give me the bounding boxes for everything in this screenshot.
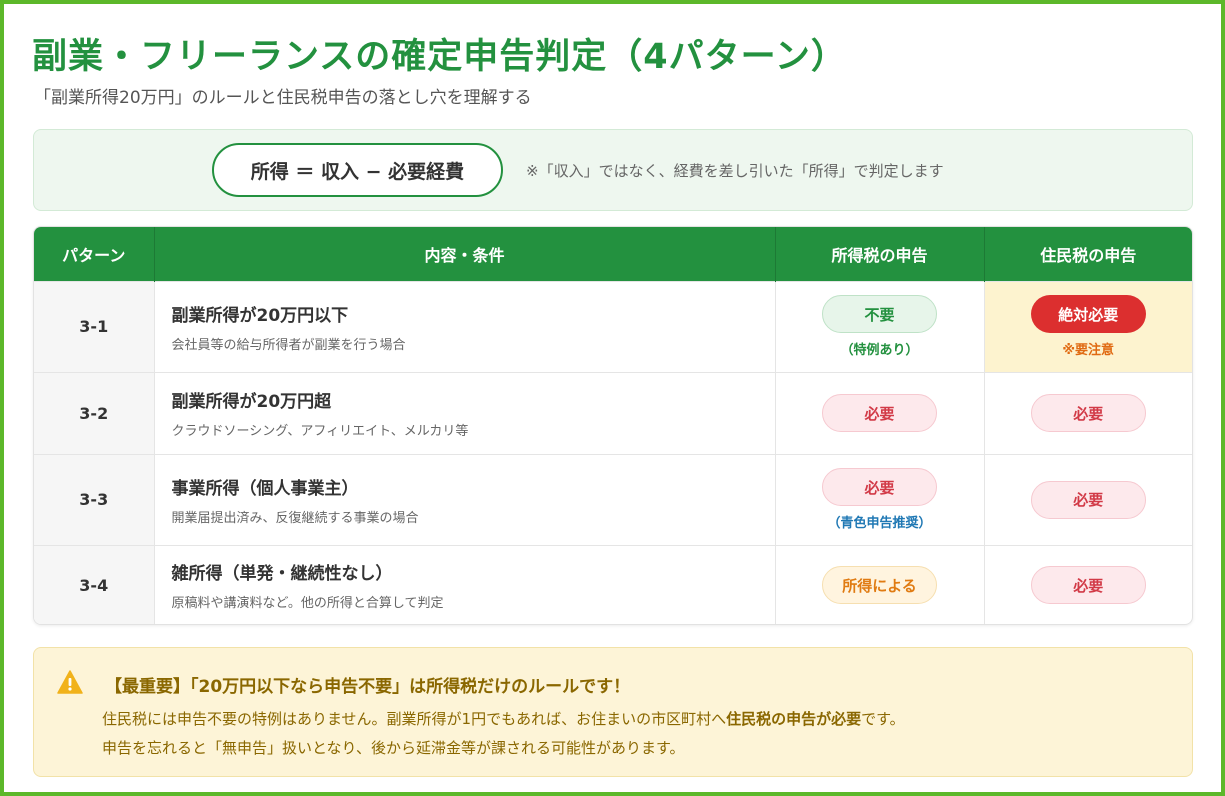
header-income-tax: 所得税の申告	[775, 227, 985, 281]
status-badge: 必要	[822, 394, 937, 432]
header-pattern: パターン	[34, 227, 155, 281]
formula-box: 所得 ＝ 収入 − 必要経費 ※「収入」ではなく、経費を差し引いた「所得」で判定…	[33, 129, 1193, 211]
table-row: 3-2 副業所得が20万円超 クラウドソーシング、アフィリエイト、メルカリ等 必…	[34, 371, 1192, 454]
pattern-title: 事業所得（個人事業主）	[171, 478, 359, 499]
pattern-title: 雑所得（単発・継続性なし）	[171, 564, 393, 585]
income-tax-cell: 必要 （青色申告推奨）	[775, 453, 985, 545]
pattern-description: クラウドソーシング、アフィリエイト、メルカリ等	[171, 424, 469, 439]
alert-text: です。	[861, 710, 905, 728]
table-row: 3-3 事業所得（個人事業主） 開業届提出済み、反復継続する事業の場合 必要 （…	[34, 453, 1192, 545]
page-frame: 副業・フリーランスの確定申告判定（4パターン） 「副業所得20万円」のルールと住…	[0, 0, 1225, 796]
income-tax-cell: 所得による	[775, 544, 985, 624]
status-badge: 必要	[822, 468, 937, 506]
pattern-content: 雑所得（単発・継続性なし） 原稿料や講演料など。他の所得と合算して判定	[154, 544, 776, 624]
table-row: 3-1 副業所得が20万円以下 会社員等の給与所得者が副業を行う場合 不要 （特…	[34, 280, 1192, 372]
table-row: 3-4 雑所得（単発・継続性なし） 原稿料や講演料など。他の所得と合算して判定 …	[34, 544, 1192, 624]
status-badge: 必要	[1030, 480, 1146, 519]
status-badge: 不要	[822, 295, 937, 333]
header-resident-tax: 住民税の申告	[984, 227, 1192, 281]
income-tax-cell: 必要	[775, 371, 985, 454]
pattern-content: 副業所得が20万円以下 会社員等の給与所得者が副業を行う場合	[154, 280, 776, 372]
pattern-description: 開業届提出済み、反復継続する事業の場合	[171, 510, 419, 526]
pattern-id: 3-4	[34, 544, 155, 624]
alert-title: 【最重要】「20万円以下なら申告不要」は所得税だけのルールです！	[105, 677, 631, 697]
status-note: ※要注意	[1062, 343, 1115, 358]
pattern-title: 副業所得が20万円超	[171, 392, 332, 412]
resident-tax-cell: 必要	[984, 453, 1192, 545]
pattern-title: 副業所得が20万円以下	[171, 305, 349, 326]
formula-pill: 所得 ＝ 収入 − 必要経費	[212, 143, 503, 197]
pattern-id: 3-1	[34, 280, 155, 372]
status-badge: 必要	[1030, 394, 1146, 432]
table-header-row: パターン 内容・条件 所得税の申告 住民税の申告	[34, 227, 1192, 281]
income-tax-cell: 不要 （特例あり）	[775, 280, 985, 372]
status-badge: 所得による	[822, 566, 937, 605]
resident-tax-cell: 絶対必要 ※要注意	[984, 280, 1192, 372]
resident-tax-cell: 必要	[984, 544, 1192, 624]
resident-tax-cell: 必要	[984, 371, 1192, 454]
status-note: （特例あり）	[840, 343, 919, 358]
pattern-id: 3-2	[34, 371, 155, 454]
formula-note: ※「収入」ではなく、経費を差し引いた「所得」で判定します	[526, 162, 944, 180]
status-badge: 必要	[1030, 566, 1146, 605]
pattern-content: 事業所得（個人事業主） 開業届提出済み、反復継続する事業の場合	[154, 453, 776, 545]
header-content: 内容・条件	[154, 227, 776, 281]
pattern-id: 3-3	[34, 453, 155, 545]
page-subtitle: 「副業所得20万円」のルールと住民税申告の落とし穴を理解する	[34, 88, 532, 108]
alert-emphasis: 住民税の申告が必要	[726, 710, 862, 728]
alert-text: 住民税には申告不要の特例はありません。副業所得が1円でもあれば、お住まいの市区町…	[102, 710, 727, 728]
alert-line-1: 住民税には申告不要の特例はありません。副業所得が1円でもあれば、お住まいの市区町…	[102, 708, 905, 729]
status-badge: 絶対必要	[1030, 295, 1146, 333]
judgment-table: パターン 内容・条件 所得税の申告 住民税の申告 3-1 副業所得が20万円以下…	[33, 226, 1193, 625]
pattern-description: 原稿料や講演料など。他の所得と合算して判定	[171, 596, 444, 612]
pattern-content: 副業所得が20万円超 クラウドソーシング、アフィリエイト、メルカリ等	[154, 371, 776, 454]
alert-line-2: 申告を忘れると「無申告」扱いとなり、後から延滞金等が課される可能性があります。	[102, 739, 685, 757]
page-title: 副業・フリーランスの確定申告判定（4パターン）	[32, 37, 847, 77]
warning-triangle-icon	[57, 670, 83, 694]
status-note: （青色申告推奨）	[827, 516, 932, 531]
pattern-description: 会社員等の給与所得者が副業を行う場合	[171, 337, 406, 353]
alert-box: 【最重要】「20万円以下なら申告不要」は所得税だけのルールです！ 住民税には申告…	[33, 647, 1193, 777]
